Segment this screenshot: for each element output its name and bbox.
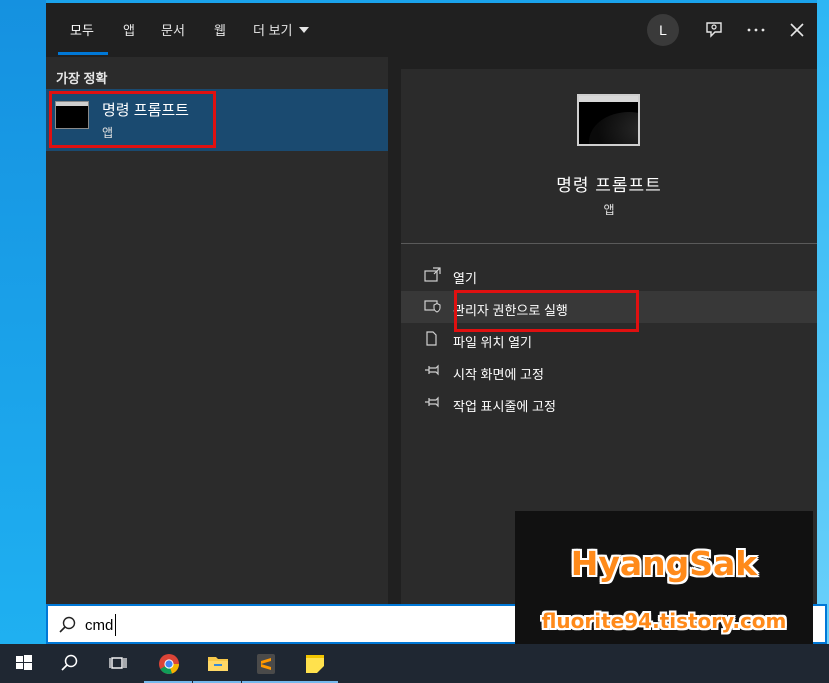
divider — [401, 243, 817, 244]
taskbar-sticky-notes[interactable] — [290, 644, 338, 683]
more-options-icon[interactable] — [743, 17, 769, 43]
sticky-notes-icon — [306, 655, 324, 673]
action-pin-to-start[interactable]: 시작 화면에 고정 — [401, 355, 817, 387]
search-icon — [59, 616, 76, 633]
action-pin-to-taskbar-label: 작업 표시줄에 고정 — [453, 399, 556, 414]
tab-apps[interactable]: 앱 — [123, 20, 135, 39]
avatar[interactable]: L — [647, 14, 679, 46]
pin-icon — [425, 364, 439, 376]
tab-more[interactable]: 더 보기 — [253, 20, 309, 39]
action-pin-to-start-label: 시작 화면에 고정 — [453, 367, 544, 382]
action-pin-to-taskbar[interactable]: 작업 표시줄에 고정 — [401, 387, 817, 419]
action-open-label: 열기 — [453, 271, 477, 286]
action-open[interactable]: 열기 — [401, 259, 817, 291]
desktop-background-left — [0, 0, 46, 644]
chevron-down-icon — [298, 27, 309, 33]
task-view-icon — [109, 657, 127, 669]
watermark: HyangSak fluorite94.tistory.com — [515, 511, 813, 661]
windows-icon — [16, 655, 32, 670]
open-icon — [424, 267, 441, 282]
taskbar-file-explorer[interactable] — [193, 644, 241, 683]
command-prompt-large-icon — [577, 94, 640, 146]
tab-active-indicator — [58, 52, 108, 55]
results-pane: 가장 정확 명령 프롬프트 앱 — [46, 57, 388, 604]
tab-all[interactable]: 모두 — [70, 20, 94, 39]
sublime-text-icon — [257, 654, 275, 674]
search-icon — [61, 654, 78, 671]
tab-documents[interactable]: 문서 — [161, 20, 185, 39]
desktop-background-right — [817, 0, 829, 644]
search-header: 모두 앱 문서 웹 더 보기 L — [46, 3, 817, 57]
action-open-file-location-label: 파일 위치 열기 — [453, 335, 532, 350]
feedback-icon[interactable] — [701, 17, 727, 43]
start-button[interactable] — [0, 644, 48, 683]
best-match-heading: 가장 정확 — [56, 71, 108, 86]
watermark-url: fluorite94.tistory.com — [541, 609, 787, 633]
chrome-icon — [159, 654, 179, 674]
taskbar — [0, 644, 829, 683]
details-subtitle: 앱 — [603, 203, 615, 217]
text-cursor — [115, 614, 116, 636]
search-input[interactable]: cmd — [85, 617, 113, 634]
pin-icon — [425, 396, 439, 408]
shield-icon — [424, 300, 441, 313]
close-icon[interactable] — [784, 17, 810, 43]
details-title: 명령 프롬프트 — [556, 176, 662, 195]
highlight-box-run-as-admin — [454, 290, 639, 332]
taskbar-chrome[interactable] — [144, 644, 192, 683]
watermark-title: HyangSak — [570, 544, 758, 583]
task-view-button[interactable] — [94, 644, 142, 683]
tab-more-label: 더 보기 — [253, 23, 293, 38]
tab-web[interactable]: 웹 — [214, 20, 226, 39]
highlight-box-best-match — [49, 91, 216, 148]
folder-icon — [208, 657, 228, 671]
file-icon — [426, 331, 437, 346]
taskbar-search-button[interactable] — [46, 644, 94, 683]
taskbar-sublime-text[interactable] — [242, 644, 290, 683]
